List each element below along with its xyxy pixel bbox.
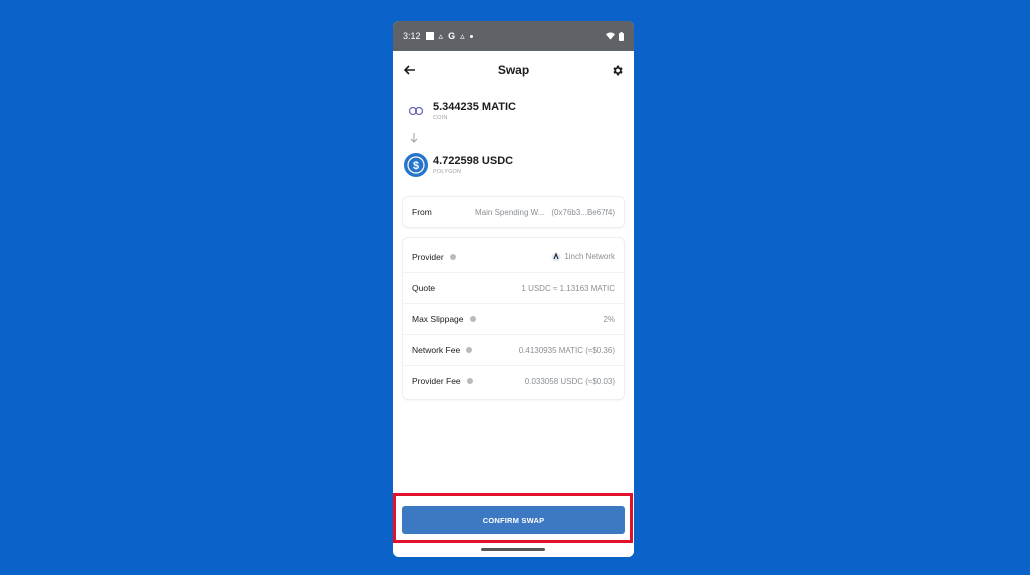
provider-fee-row: Provider Fee 0.033058 USDC (≈$0.03) [403,365,624,396]
from-wallet-value: Main Spending W... (0x76b3...Be67f4) [475,208,615,217]
from-wallet-card: From Main Spending W... (0x76b3...Be67f4… [403,197,624,227]
quote-label: Quote [412,283,436,293]
drive-icon-2: ▵ [460,30,465,41]
1inch-logo-icon [551,251,561,261]
clock: 3:12 [403,31,421,41]
network-fee-label: Network Fee [412,345,461,355]
provider-value: 1inch Network [551,251,615,262]
to-network: POLYGON [433,169,462,175]
provider-fee-value: 0.033058 USDC (≈$0.03) [524,376,615,386]
app-header: Swap [393,51,634,89]
usdc-icon: $ [403,152,429,178]
battery-icon [619,31,624,41]
to-asset: $ 4.722598 USDC POLYGON [393,147,634,183]
provider-fee-info-icon[interactable] [466,378,473,384]
svg-text:$: $ [413,160,419,172]
slippage-label: Max Slippage [412,314,464,324]
down-arrow-icon [393,129,634,147]
more-notifications-icon [469,34,473,38]
wallet-address: (0x76b3...Be67f4) [551,207,615,217]
provider-info-icon[interactable] [449,253,456,260]
quote-row: Quote 1 USDC ≈ 1.13163 MATIC [403,272,624,303]
from-label: From [412,207,432,217]
network-fee-row: Network Fee 0.4130935 MATIC (≈$0.36) [403,334,624,365]
quote-value: 1 USDC ≈ 1.13163 MATIC [521,283,615,293]
google-icon: G [448,30,456,41]
settings-gear-icon[interactable] [610,63,624,77]
slippage-row: Max Slippage 2% [403,303,624,334]
slippage-info-icon[interactable] [469,316,476,322]
network-fee-info-icon[interactable] [466,347,473,353]
network-fee-value: 0.4130935 MATIC (≈$0.36) [518,345,615,355]
provider-fee-label: Provider Fee [412,376,461,386]
notification-icon [425,32,434,40]
drive-icon: ▵ [438,30,444,41]
wifi-icon [606,32,615,40]
wallet-name: Main Spending W... [475,207,545,217]
bottom-action-area: CONFIRM SWAP [393,493,634,557]
polygon-matic-icon [403,98,429,124]
from-asset: 5.344235 MATIC COIN [393,93,634,129]
slippage-value: 2% [603,314,615,324]
phone-screen: 3:12 ▵ G ▵ Swap 5.344235 MATIC COIN $ 4.… [393,21,634,557]
provider-label: Provider [412,251,444,262]
to-amount: 4.722598 USDC [433,155,514,167]
status-bar: 3:12 ▵ G ▵ [393,21,634,51]
confirm-swap-button[interactable]: CONFIRM SWAP [402,506,625,534]
page-title: Swap [497,63,530,77]
swap-details-card: Provider 1inch Network Quote 1 USDC ≈ 1.… [403,238,624,399]
home-indicator [481,548,545,551]
back-arrow-icon[interactable] [403,63,417,77]
from-amount: 5.344235 MATIC [433,101,516,113]
provider-row: Provider 1inch Network [403,241,624,272]
from-wallet-row[interactable]: From Main Spending W... (0x76b3...Be67f4… [403,197,624,227]
provider-name: 1inch Network [564,252,615,261]
from-network: COIN [433,115,448,121]
